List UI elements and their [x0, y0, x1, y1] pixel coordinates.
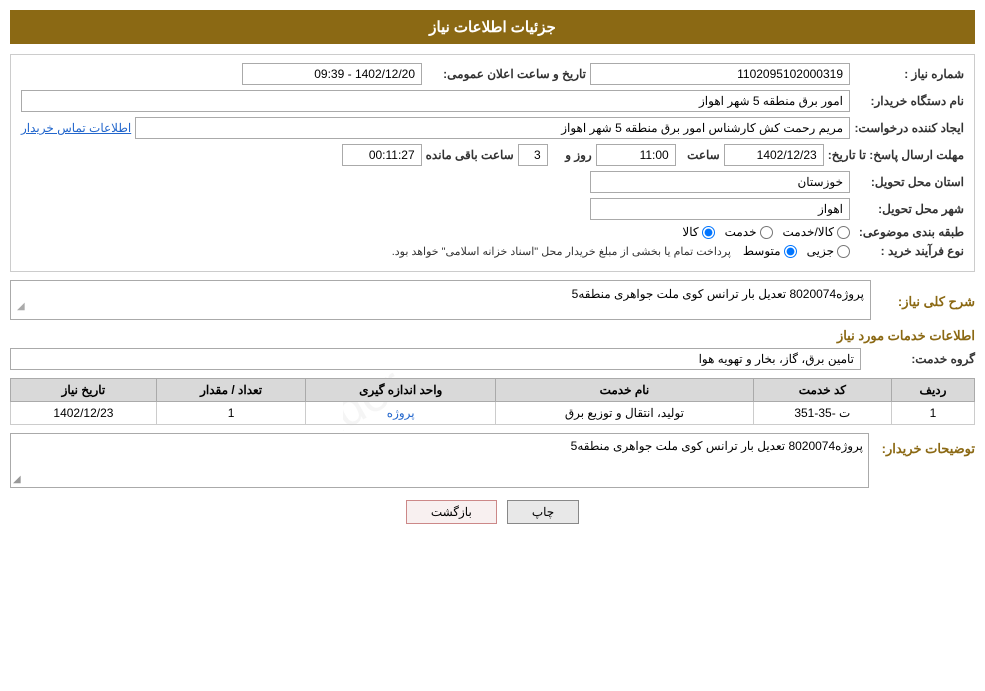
page-title: جزئیات اطلاعات نیاز: [429, 19, 556, 36]
cell-qty: 1: [156, 402, 306, 425]
need-desc-box: پروژه8020074 تعدیل بار ترانس کوی ملت جوا…: [10, 280, 871, 320]
row-buyer: نام دستگاه خریدار: امور برق منطقه 5 شهر …: [21, 90, 964, 112]
row-province: استان محل تحویل: خوزستان: [21, 171, 964, 193]
requester-value: مریم رحمت کش کارشناس امور برق منطقه 5 شه…: [135, 117, 850, 139]
row-purchase-type: نوع فرآیند خرید : جزیی متوسط پرداخت تمام…: [21, 244, 964, 258]
remaining-label: ساعت باقی مانده: [426, 148, 514, 162]
deadline-date: 1402/12/23: [724, 144, 824, 166]
radio-goods-service: کالا/خدمت: [783, 225, 850, 239]
time-value: 11:00: [596, 144, 676, 166]
col-qty: تعداد / مقدار: [156, 379, 306, 402]
buyer-desc-box: پروژه8020074 تعدیل بار ترانس کوی ملت جوا…: [10, 433, 869, 488]
service-info-title: اطلاعات خدمات مورد نیاز: [10, 328, 975, 344]
radio-partial-label: جزیی: [807, 244, 834, 258]
need-desc-label: شرح کلی نیاز:: [875, 294, 975, 310]
cell-name: تولید، انتقال و توزیع برق: [496, 402, 754, 425]
table-row: 1 ت -35-351 تولید، انتقال و توزیع برق پر…: [11, 402, 975, 425]
cell-row: 1: [891, 402, 974, 425]
radio-medium-label: متوسط: [743, 244, 781, 258]
radio-goods-label: کالا: [682, 225, 698, 239]
service-group-label: گروه خدمت:: [865, 352, 975, 366]
category-radio-group: کالا/خدمت خدمت کالا: [682, 225, 850, 239]
col-row: ردیف: [891, 379, 974, 402]
row-need-desc: شرح کلی نیاز: پروژه8020074 تعدیل بار ترا…: [10, 280, 975, 320]
col-name: نام خدمت: [496, 379, 754, 402]
buyer-desc-label: توضیحات خریدار:: [875, 441, 975, 457]
buyer-value: امور برق منطقه 5 شهر اهواز: [21, 90, 850, 112]
deadline-label: مهلت ارسال پاسخ: تا تاریخ:: [828, 148, 964, 162]
services-table-section: ردیف کد خدمت نام خدمت واحد اندازه گیری ت…: [10, 378, 975, 425]
cell-date: 1402/12/23: [11, 402, 157, 425]
radio-partial: جزیی: [807, 244, 850, 258]
requester-label: ایجاد کننده درخواست:: [854, 121, 964, 135]
row-category: طبقه بندی موضوعی: کالا/خدمت خدمت کالا: [21, 225, 964, 239]
radio-goods-service-input[interactable]: [837, 226, 850, 239]
city-value: اهواز: [590, 198, 850, 220]
announce-value: 1402/12/20 - 09:39: [242, 63, 422, 85]
row-requester: ایجاد کننده درخواست: مریم رحمت کش کارشنا…: [21, 117, 964, 139]
need-desc-value: پروژه8020074 تعدیل بار ترانس کوی ملت جوا…: [572, 287, 864, 301]
service-group-value: تامین برق، گاز، بخار و تهویه هوا: [10, 348, 861, 370]
buyer-label: نام دستگاه خریدار:: [854, 94, 964, 108]
radio-partial-input[interactable]: [837, 245, 850, 258]
city-label: شهر محل تحویل:: [854, 202, 964, 216]
services-table: ردیف کد خدمت نام خدمت واحد اندازه گیری ت…: [10, 378, 975, 425]
purchase-note: پرداخت تمام یا بخشی از مبلغ خریدار محل "…: [392, 245, 731, 258]
radio-service: خدمت: [725, 225, 773, 239]
print-button[interactable]: چاپ: [507, 500, 579, 524]
remaining-value: 00:11:27: [342, 144, 422, 166]
col-unit: واحد اندازه گیری: [306, 379, 496, 402]
radio-service-input[interactable]: [760, 226, 773, 239]
province-label: استان محل تحویل:: [854, 175, 964, 189]
cell-unit[interactable]: پروژه: [306, 402, 496, 425]
announce-label: تاریخ و ساعت اعلان عمومی:: [426, 67, 586, 81]
contact-link[interactable]: اطلاعات تماس خریدار: [21, 121, 131, 135]
purchase-radio-group: جزیی متوسط: [743, 244, 850, 258]
resize-icon: ◢: [13, 474, 21, 485]
need-number-value: 1102095102000319: [590, 63, 850, 85]
radio-goods-input[interactable]: [702, 226, 715, 239]
days-value: 3: [518, 144, 548, 166]
radio-goods: کالا: [682, 225, 714, 239]
button-row: چاپ بازگشت: [10, 500, 975, 524]
province-value: خوزستان: [590, 171, 850, 193]
row-need-number: شماره نیاز : 1102095102000319 تاریخ و سا…: [21, 63, 964, 85]
cell-code: ت -35-351: [753, 402, 891, 425]
need-number-label: شماره نیاز :: [854, 67, 964, 81]
radio-goods-service-label: کالا/خدمت: [783, 225, 834, 239]
main-info-section: شماره نیاز : 1102095102000319 تاریخ و سا…: [10, 54, 975, 272]
radio-service-label: خدمت: [725, 225, 757, 239]
page-header: جزئیات اطلاعات نیاز: [10, 10, 975, 44]
row-deadline: مهلت ارسال پاسخ: تا تاریخ: 1402/12/23 سا…: [21, 144, 964, 166]
radio-medium-input[interactable]: [784, 245, 797, 258]
time-label: ساعت: [680, 148, 720, 162]
days-label: روز و: [552, 148, 592, 162]
row-city: شهر محل تحویل: اهواز: [21, 198, 964, 220]
category-label: طبقه بندی موضوعی:: [854, 225, 964, 239]
purchase-type-label: نوع فرآیند خرید :: [854, 244, 964, 258]
radio-medium: متوسط: [743, 244, 797, 258]
buyer-desc-value: پروژه8020074 تعدیل بار ترانس کوی ملت جوا…: [571, 439, 863, 453]
col-code: کد خدمت: [753, 379, 891, 402]
row-service-group: گروه خدمت: تامین برق، گاز، بخار و تهویه …: [10, 348, 975, 370]
back-button[interactable]: بازگشت: [406, 500, 497, 524]
col-date: تاریخ نیاز: [11, 379, 157, 402]
buyer-desc-section: توضیحات خریدار: پروژه8020074 تعدیل بار ت…: [10, 433, 975, 488]
